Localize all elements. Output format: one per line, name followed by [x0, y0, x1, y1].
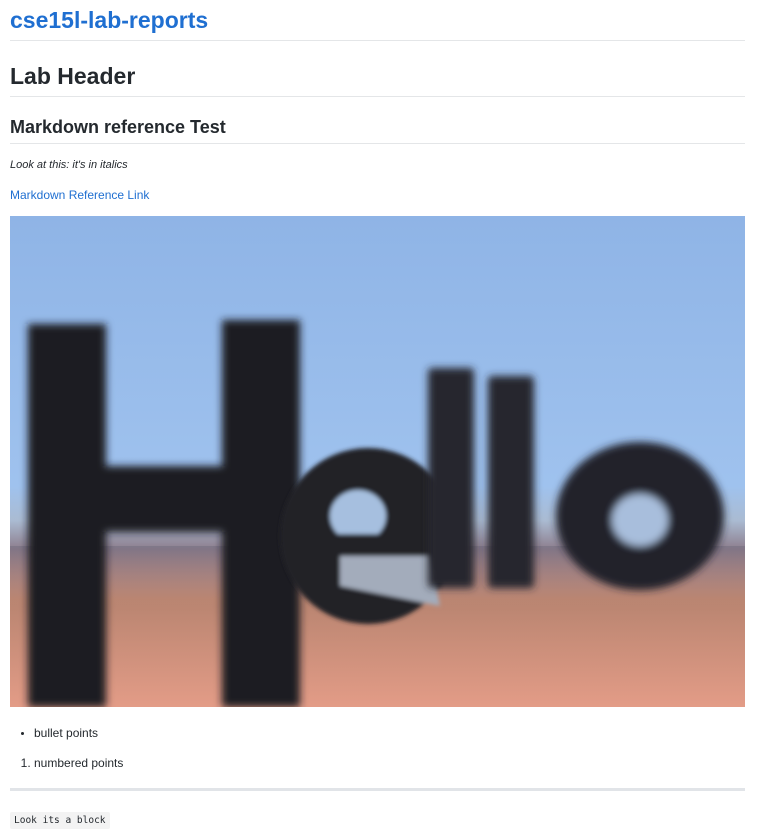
hello-image: [10, 216, 745, 707]
italic-text: Look at this: it's in italics: [10, 159, 128, 171]
lab-header: Lab Header: [10, 63, 136, 89]
section-heading: Markdown reference Test: [10, 117, 226, 137]
bullet-list: bullet points: [0, 724, 98, 742]
title-divider: [10, 40, 745, 41]
horizontal-rule: [10, 788, 745, 791]
code-block: Look its a block: [10, 812, 110, 829]
hello-letters-illustration: [10, 320, 745, 707]
list-item: numbered points: [34, 754, 123, 772]
h1-divider: [10, 96, 745, 97]
list-item: bullet points: [34, 724, 98, 742]
page: cse15l-lab-reports Lab Header Markdown r…: [0, 0, 769, 835]
markdown-reference-link[interactable]: Markdown Reference Link: [10, 188, 149, 203]
numbered-list: numbered points: [0, 754, 123, 772]
h2-divider: [10, 143, 745, 144]
site-title-link[interactable]: cse15l-lab-reports: [10, 6, 208, 34]
